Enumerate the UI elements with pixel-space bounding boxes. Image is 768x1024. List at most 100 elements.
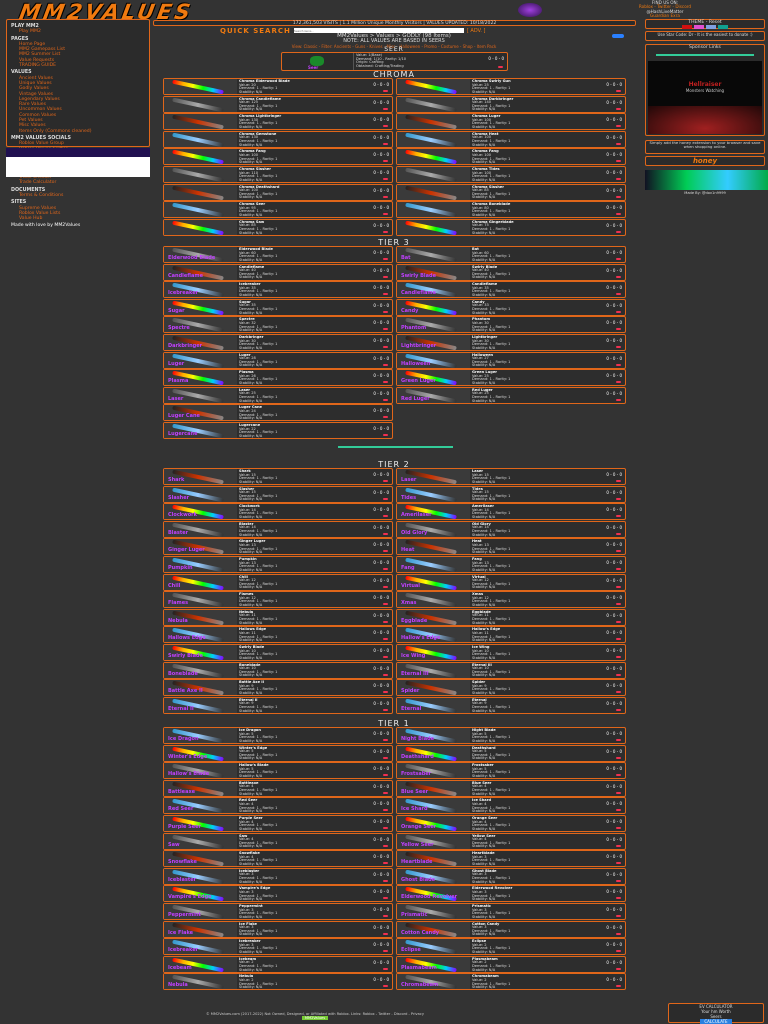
report-button[interactable] bbox=[383, 310, 388, 313]
item-card[interactable]: Ice Flake Ice Flake Value: 3 Demand: 1 -… bbox=[163, 920, 393, 938]
item-card[interactable]: Hallow's Edge Hallow's Edge Value: 11 De… bbox=[396, 626, 626, 644]
report-button[interactable] bbox=[616, 756, 621, 759]
report-button[interactable] bbox=[616, 844, 621, 847]
report-button[interactable] bbox=[616, 310, 621, 313]
report-button[interactable] bbox=[383, 258, 388, 260]
vote-buttons[interactable]: 0 - 0 - 0 bbox=[373, 649, 389, 653]
item-card[interactable]: Chill Chill Value: 12 Demand: 1 - Rarity… bbox=[163, 573, 393, 591]
report-button[interactable] bbox=[383, 585, 388, 588]
report-button[interactable] bbox=[383, 532, 388, 535]
report-button[interactable] bbox=[383, 774, 388, 777]
item-card[interactable]: Night Blade Night Blade Value: 5 Demand:… bbox=[396, 727, 626, 744]
item-card[interactable]: Pumpkin Pumpkin Value: 13 Demand: 1 - Ra… bbox=[163, 556, 393, 573]
item-card[interactable]: Purple Seer Purple Seer Value: 4 Demand:… bbox=[163, 815, 393, 832]
vote-buttons[interactable]: 0 - 0 - 0 bbox=[373, 304, 389, 308]
report-button[interactable] bbox=[616, 195, 621, 198]
vote-buttons[interactable]: 0 - 0 - 0 bbox=[373, 961, 389, 965]
item-card[interactable]: Bat Bat Value: 60 Demand: 1 - Rarity: 1 … bbox=[396, 246, 626, 263]
item-card[interactable]: Boneblade Boneblade Value: 10 Demand: 1 … bbox=[163, 661, 393, 679]
item-card[interactable]: Ice Wing Ice Wing Value: 10 Demand: 1 - … bbox=[396, 644, 626, 661]
item-card[interactable]: Hallows Edge Hallows Edge Value: 11 Dema… bbox=[163, 626, 393, 644]
report-button[interactable] bbox=[616, 178, 621, 180]
report-button[interactable] bbox=[616, 346, 621, 348]
item-card[interactable]: Eternal Eternal Value: 9 Demand: 1 - Rar… bbox=[396, 696, 626, 714]
item-card[interactable]: Chroma Lightbringer Value: 130 Demand: 1… bbox=[163, 113, 393, 131]
vote-buttons[interactable]: 0 - 0 - 0 bbox=[606, 561, 622, 565]
item-card[interactable]: Chroma Gemstone Value: 130 Demand: 1 - R… bbox=[163, 130, 393, 148]
item-card[interactable]: Swirly Blade Swirly Blade Value: 40 Dema… bbox=[396, 263, 626, 281]
vote-buttons[interactable]: 0 - 0 - 0 bbox=[373, 171, 389, 175]
report-button[interactable] bbox=[616, 515, 621, 518]
report-button[interactable] bbox=[616, 950, 621, 953]
report-button[interactable] bbox=[383, 178, 388, 180]
vote-buttons[interactable]: 0 - 0 - 0 bbox=[373, 374, 389, 378]
item-card[interactable]: Old Glory Old Glory Value: 14 Demand: 1 … bbox=[396, 520, 626, 538]
item-card[interactable]: Lightbringer Lightbringer Value: 30 Dema… bbox=[396, 334, 626, 351]
site-logo[interactable]: MM2VALUES bbox=[18, 0, 562, 24]
vote-buttons[interactable]: 0 - 0 - 0 bbox=[488, 57, 504, 61]
item-card[interactable]: Nebula Nebula Value: 11 Demand: 1 - Rari… bbox=[163, 608, 393, 626]
view-toggle[interactable] bbox=[612, 34, 624, 38]
seer-card[interactable]: Seer Value: 1(Base) Demand: 1/10 - Rarit… bbox=[281, 52, 508, 71]
report-button[interactable] bbox=[616, 585, 621, 588]
vote-buttons[interactable]: 0 - 0 - 0 bbox=[606, 873, 622, 877]
report-button[interactable] bbox=[616, 739, 621, 741]
report-button[interactable] bbox=[616, 398, 621, 401]
vote-buttons[interactable]: 0 - 0 - 0 bbox=[606, 268, 622, 273]
item-card[interactable]: Heat Heat Value: 13 Demand: 1 - Rarity: … bbox=[396, 538, 626, 556]
report-button[interactable] bbox=[616, 90, 621, 92]
report-button[interactable] bbox=[616, 480, 621, 482]
report-button[interactable] bbox=[616, 603, 621, 606]
report-button[interactable] bbox=[616, 620, 621, 623]
report-button[interactable] bbox=[616, 125, 621, 128]
item-card[interactable]: Darkbringer Darkbringer Value: 30 Demand… bbox=[163, 334, 393, 351]
vote-buttons[interactable]: 0 - 0 - 0 bbox=[373, 268, 389, 273]
report-button[interactable] bbox=[616, 827, 621, 829]
item-card[interactable]: Eternal III Eternal III Value: 10 Demand… bbox=[396, 661, 626, 679]
item-card[interactable]: Laser Laser Value: 25 Demand: 1 - Rarity… bbox=[163, 386, 393, 404]
vote-buttons[interactable]: 0 - 0 - 0 bbox=[606, 304, 622, 308]
theme-swatch[interactable] bbox=[706, 25, 716, 29]
report-button[interactable] bbox=[498, 66, 503, 68]
vote-buttons[interactable]: 0 - 0 - 0 bbox=[373, 596, 389, 600]
vote-buttons[interactable]: 0 - 0 - 0 bbox=[373, 614, 389, 618]
report-button[interactable] bbox=[383, 142, 388, 145]
vote-buttons[interactable]: 0 - 0 - 0 bbox=[606, 702, 622, 706]
honey-button[interactable]: honey bbox=[645, 156, 765, 166]
item-card[interactable]: Spectre Spectre Value: 32 Demand: 1 - Ra… bbox=[163, 316, 393, 334]
report-button[interactable] bbox=[383, 346, 388, 348]
vote-buttons[interactable]: 0 - 0 - 0 bbox=[373, 631, 389, 635]
item-card[interactable]: Orange Seer Orange Seer Value: 4 Demand:… bbox=[396, 815, 626, 832]
item-card[interactable]: Chroma Slasher Value: 85 Demand: 1 - Rar… bbox=[396, 183, 626, 201]
report-button[interactable] bbox=[383, 620, 388, 623]
report-button[interactable] bbox=[383, 862, 388, 865]
vote-buttons[interactable]: 0 - 0 - 0 bbox=[373, 873, 389, 877]
item-card[interactable]: Candy Candy Value: 33 Demand: 1 - Rarity… bbox=[396, 298, 626, 316]
item-card[interactable]: Deathshard Deathshard Value: 5 Demand: 1… bbox=[396, 744, 626, 762]
report-button[interactable] bbox=[383, 739, 388, 741]
vote-buttons[interactable]: 0 - 0 - 0 bbox=[606, 188, 622, 193]
item-card[interactable]: Blaster Blaster Value: 14 Demand: 1 - Ra… bbox=[163, 520, 393, 538]
item-card[interactable]: Peppermint Peppermint Value: 3 Demand: 1… bbox=[163, 903, 393, 920]
report-button[interactable] bbox=[383, 879, 388, 882]
item-card[interactable]: Elderwood Blade Elderwood Blade Value: 6… bbox=[163, 246, 393, 263]
item-card[interactable]: Candleflame Candleflame Value: 40 Demand… bbox=[163, 263, 393, 281]
report-button[interactable] bbox=[383, 932, 388, 935]
vote-buttons[interactable]: 0 - 0 - 0 bbox=[606, 596, 622, 600]
theme-swatch[interactable] bbox=[694, 25, 704, 29]
vote-buttons[interactable]: 0 - 0 - 0 bbox=[373, 409, 389, 413]
report-button[interactable] bbox=[383, 497, 388, 500]
report-button[interactable] bbox=[383, 827, 388, 829]
item-card[interactable]: Chroma Seer Value: 95 Demand: 1 - Rarity… bbox=[163, 201, 393, 219]
report-button[interactable] bbox=[616, 774, 621, 777]
vote-buttons[interactable]: 0 - 0 - 0 bbox=[373, 473, 389, 477]
report-button[interactable] bbox=[616, 258, 621, 260]
item-card[interactable]: Yellow Seer Yellow Seer Value: 4 Demand:… bbox=[396, 832, 626, 850]
report-button[interactable] bbox=[616, 879, 621, 882]
item-card[interactable]: Battleaxe Battleaxe Value: 4 Demand: 1 -… bbox=[163, 779, 393, 797]
vote-buttons[interactable]: 0 - 0 - 0 bbox=[606, 908, 622, 912]
vote-buttons[interactable]: 0 - 0 - 0 bbox=[606, 961, 622, 965]
vote-buttons[interactable]: 0 - 0 - 0 bbox=[373, 83, 389, 87]
item-card[interactable]: Chroma Saw Value: 85 Demand: 1 - Rarity:… bbox=[163, 218, 393, 236]
vote-buttons[interactable]: 0 - 0 - 0 bbox=[606, 578, 622, 583]
